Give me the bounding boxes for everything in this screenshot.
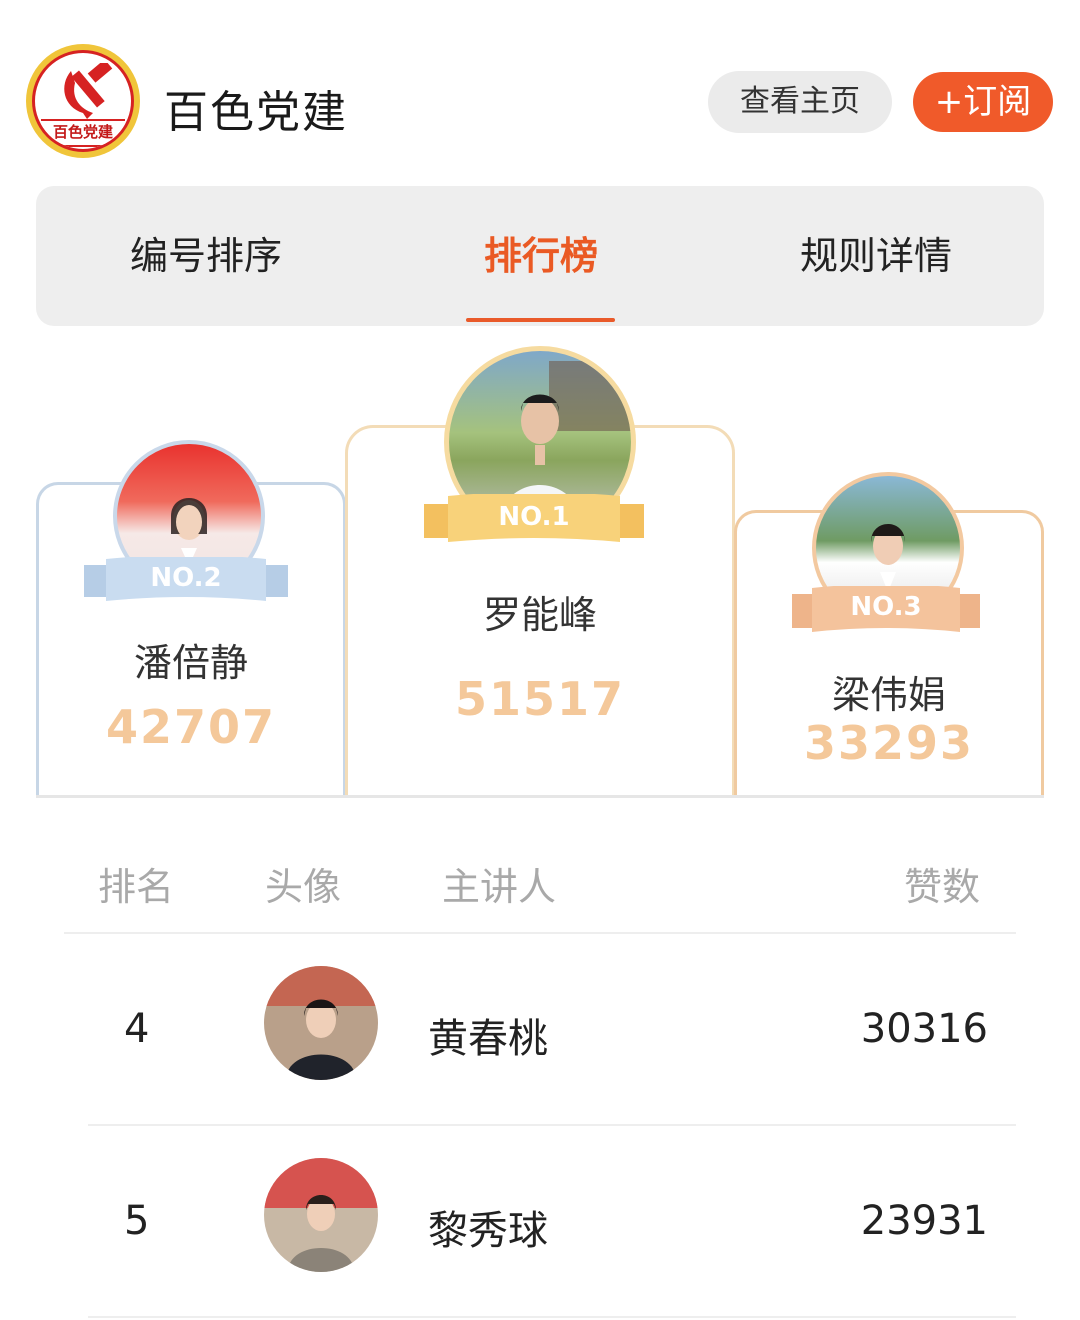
rank-badge-second: NO.2 bbox=[84, 557, 288, 609]
row-avatar[interactable] bbox=[264, 1158, 378, 1272]
column-header-rank: 排名 bbox=[98, 865, 175, 909]
rank-badge-third: NO.3 bbox=[792, 586, 980, 640]
tab-leaderboard[interactable]: 排行榜 bbox=[406, 186, 676, 326]
podium-likes-third: 33293 bbox=[803, 716, 975, 770]
podium-name-second: 潘倍静 bbox=[133, 641, 248, 685]
column-header-avatar: 头像 bbox=[265, 865, 342, 909]
hammer-sickle-icon bbox=[64, 63, 113, 119]
row-avatar[interactable] bbox=[264, 966, 378, 1080]
podium-likes-first: 51517 bbox=[454, 672, 626, 726]
active-tab-indicator bbox=[466, 318, 615, 322]
tab-rules[interactable]: 规则详情 bbox=[741, 186, 1011, 326]
subscribe-button[interactable]: +订阅 bbox=[913, 72, 1053, 132]
tab-number-order[interactable]: 编号排序 bbox=[76, 186, 336, 326]
podium-likes-second: 42707 bbox=[105, 700, 277, 754]
row-rank: 5 bbox=[124, 1198, 150, 1244]
list-divider bbox=[64, 932, 1016, 934]
logo-text: 百色党建 bbox=[41, 119, 125, 147]
row-likes: 30316 bbox=[860, 1006, 988, 1052]
column-header-speaker: 主讲人 bbox=[442, 865, 557, 909]
row-rank: 4 bbox=[124, 1006, 150, 1052]
tab-bar: 编号排序 排行榜 规则详情 bbox=[36, 186, 1044, 326]
column-header-likes: 赞数 bbox=[904, 865, 981, 909]
row-speaker-name: 黎秀球 bbox=[428, 1208, 548, 1254]
rank-badge-first: NO.1 bbox=[424, 494, 644, 550]
podium-name-third: 梁伟娟 bbox=[831, 673, 946, 717]
list-divider bbox=[88, 1316, 1016, 1318]
podium-name-first: 罗能峰 bbox=[482, 593, 597, 637]
list-divider bbox=[88, 1124, 1016, 1126]
account-name[interactable]: 百色党建 bbox=[164, 76, 348, 140]
row-likes: 23931 bbox=[860, 1198, 988, 1244]
podium-divider bbox=[36, 795, 1044, 798]
account-logo[interactable]: 百色党建 bbox=[26, 44, 140, 158]
row-speaker-name: 黄春桃 bbox=[428, 1016, 548, 1062]
view-home-button[interactable]: 查看主页 bbox=[708, 71, 892, 133]
